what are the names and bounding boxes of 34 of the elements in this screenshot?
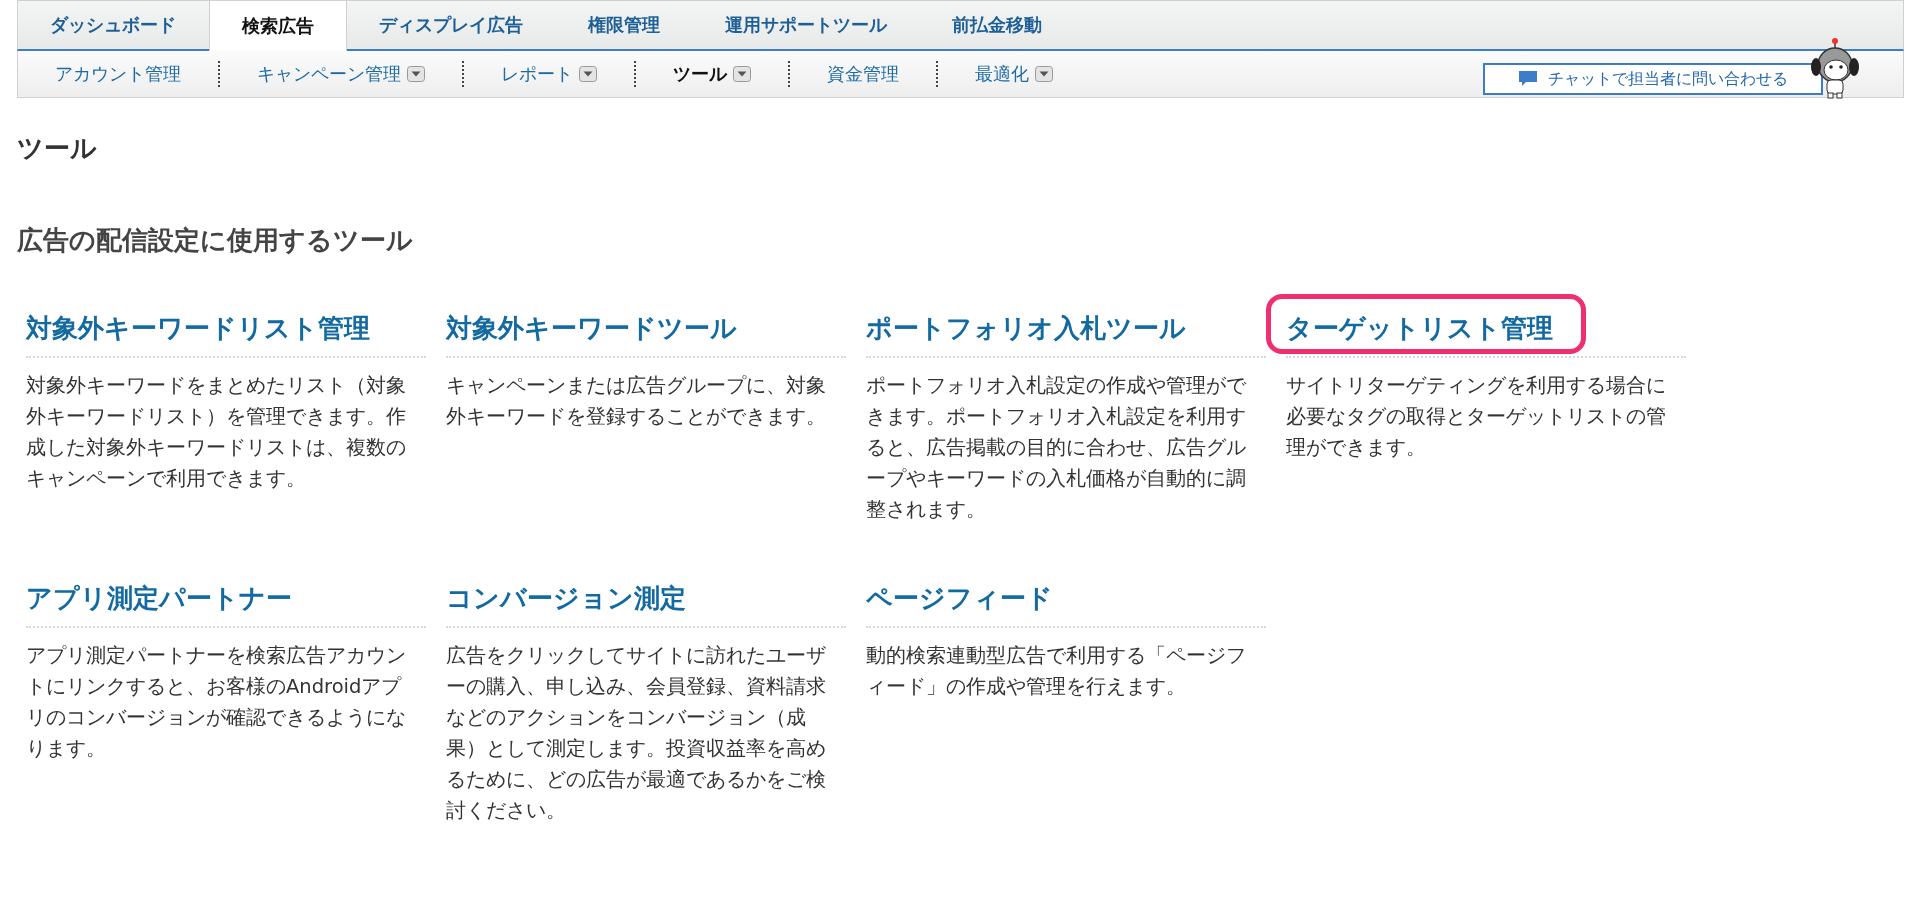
dropdown-icon[interactable]	[407, 66, 425, 82]
subnav-item[interactable]: ツール	[636, 62, 788, 86]
nav-tab[interactable]: ダッシュボード	[18, 1, 209, 49]
subnav-item[interactable]: 最適化	[938, 62, 1090, 86]
tool-link[interactable]: アプリ測定パートナー	[26, 582, 426, 614]
nav-tab[interactable]: 権限管理	[556, 1, 693, 49]
tool-description: サイトリターゲティングを利用する場合に必要なタグの取得とターゲットリストの管理ができます。	[1286, 373, 1667, 461]
nav-tab[interactable]: 検索広告	[209, 1, 347, 51]
tool-link[interactable]: ページフィード	[866, 582, 1266, 614]
tool-description: アプリ測定パートナーを検索広告アカウントにリンクすると、お客様のAndroidアプリのコンバージョンが確認できるようになります。	[26, 643, 407, 762]
section-heading: 広告の配信設定に使用するツール	[17, 224, 414, 257]
tool-description: 広告をクリックしてサイトに訪れたユーザーの購入、申し込み、会員登録、資料請求などのアクションをコンバージョン（成果）として測定します。投資収益率を高めるために、どの広告が最適であるかをご検討ください。	[446, 643, 827, 824]
page-title: ツール	[17, 132, 98, 165]
dropdown-icon[interactable]	[579, 66, 597, 82]
tool-link[interactable]: コンバージョン測定	[446, 582, 846, 614]
nav-tab[interactable]: 運用サポートツール	[693, 1, 920, 49]
tool-link[interactable]: ターゲットリスト管理	[1286, 312, 1686, 344]
dropdown-icon[interactable]	[733, 66, 751, 82]
tool-link[interactable]: ポートフォリオ入札ツール	[866, 312, 1266, 344]
chat-button[interactable]: チャットで担当者に問い合わせる	[1483, 63, 1823, 95]
tool-description: 動的検索連動型広告で利用する「ページフィード」の作成や管理を行えます。	[866, 643, 1247, 700]
nav-tab[interactable]: ディスプレイ広告	[347, 1, 556, 49]
subnav-item[interactable]: 資金管理	[790, 62, 936, 86]
tool-description: 対象外キーワードをまとめたリスト（対象外キーワードリスト）を管理できます。作成した対象外キーワードリストは、複数のキャンペーンで利用できます。	[26, 373, 407, 492]
tool-link[interactable]: 対象外キーワードツール	[446, 312, 846, 344]
tool-description: ポートフォリオ入札設定の作成や管理ができます。ポートフォリオ入札設定を利用すると、広告掲載の目的に合わせ、広告グループやキーワードの入札価格が自動的に調整されます。	[866, 373, 1247, 523]
nav-tab[interactable]: 前払金移動	[920, 1, 1075, 49]
tool-description: キャンペーンまたは広告グループに、対象外キーワードを登録することができます。	[446, 373, 827, 430]
subnav-item[interactable]: キャンペーン管理	[220, 62, 462, 86]
chat-bubble-icon	[1518, 70, 1538, 88]
dropdown-icon[interactable]	[1035, 66, 1053, 82]
subnav-item[interactable]: レポート	[464, 62, 634, 86]
tool-link[interactable]: 対象外キーワードリスト管理	[26, 312, 426, 344]
subnav-item[interactable]: アカウント管理	[18, 62, 218, 86]
